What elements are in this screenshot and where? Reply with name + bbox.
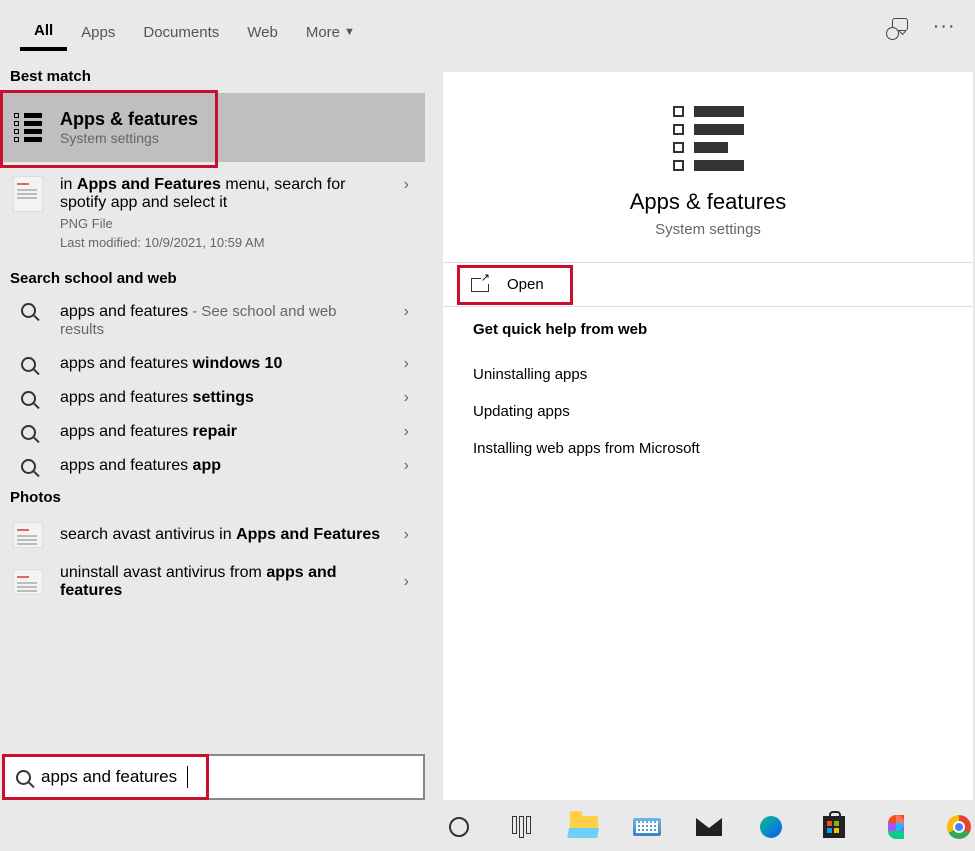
section-best-match: Best match: [0, 62, 425, 93]
mail-icon[interactable]: [693, 810, 725, 844]
web-suggestion-main[interactable]: apps and features - See school and web r…: [0, 295, 425, 347]
file-result-type: PNG File: [60, 216, 384, 231]
section-photos: Photos: [0, 483, 425, 514]
search-icon: [10, 303, 46, 318]
tab-web[interactable]: Web: [233, 14, 292, 49]
file-result-title: in Apps and Features menu, search for sp…: [60, 176, 384, 212]
preview-subtitle: System settings: [655, 221, 761, 238]
chevron-right-icon[interactable]: ›: [398, 303, 415, 321]
photo-result[interactable]: uninstall avast antivirus from apps and …: [0, 556, 425, 608]
settings-list-icon: [673, 106, 744, 171]
preview-pane: Apps & features System settings Open Get…: [443, 72, 973, 800]
chrome-icon[interactable]: [943, 810, 975, 844]
quick-help-link[interactable]: Uninstalling apps: [473, 356, 943, 393]
task-view-icon[interactable]: [505, 810, 537, 844]
cortana-icon[interactable]: [443, 810, 475, 844]
open-button[interactable]: Open: [443, 263, 973, 306]
more-options-icon[interactable]: ···: [934, 18, 957, 40]
chevron-right-icon[interactable]: ›: [398, 355, 415, 373]
tab-documents[interactable]: Documents: [129, 14, 233, 49]
web-suggestion[interactable]: apps and features settings ›: [0, 381, 425, 415]
best-match-subtitle: System settings: [60, 130, 415, 146]
chevron-right-icon[interactable]: ›: [398, 457, 415, 475]
on-screen-keyboard-icon[interactable]: [630, 810, 662, 844]
search-icon: [10, 391, 46, 406]
png-thumbnail-icon: [10, 569, 46, 595]
search-filter-tabs: All Apps Documents Web More ▼ ···: [0, 0, 975, 62]
section-school-web: Search school and web: [0, 264, 425, 295]
chevron-right-icon[interactable]: ›: [398, 176, 415, 194]
quick-help-heading: Get quick help from web: [473, 321, 943, 338]
search-box[interactable]: apps and features: [2, 754, 425, 800]
best-match-result[interactable]: Apps & features System settings: [0, 93, 425, 162]
file-explorer-icon[interactable]: [568, 810, 600, 844]
open-external-icon: [471, 278, 489, 292]
quick-help-link[interactable]: Updating apps: [473, 393, 943, 430]
file-result[interactable]: in Apps and Features menu, search for sp…: [0, 162, 425, 264]
search-icon: [10, 459, 46, 474]
results-pane: Best match Apps & features System settin…: [0, 62, 425, 802]
microsoft-store-icon[interactable]: [818, 810, 850, 844]
chevron-right-icon[interactable]: ›: [398, 389, 415, 407]
png-thumbnail-icon: [10, 522, 46, 548]
feedback-icon[interactable]: [886, 18, 908, 40]
open-label: Open: [507, 276, 544, 293]
file-result-modified: Last modified: 10/9/2021, 10:59 AM: [60, 235, 384, 250]
tab-more[interactable]: More ▼: [292, 14, 369, 49]
web-suggestion-query: apps and features: [60, 303, 188, 320]
best-match-title: Apps & features: [60, 109, 415, 130]
chevron-right-icon[interactable]: ›: [398, 423, 415, 441]
preview-title: Apps & features: [630, 189, 787, 215]
quick-help-link[interactable]: Installing web apps from Microsoft: [473, 430, 943, 467]
web-suggestion[interactable]: apps and features app ›: [0, 449, 425, 483]
tab-more-label: More: [306, 24, 340, 41]
search-icon: [10, 357, 46, 372]
chevron-right-icon[interactable]: ›: [398, 573, 415, 591]
png-thumbnail-icon: [10, 176, 46, 212]
chevron-down-icon: ▼: [344, 26, 355, 38]
search-icon: [10, 425, 46, 440]
tab-all[interactable]: All: [20, 12, 67, 51]
tab-apps[interactable]: Apps: [67, 14, 129, 49]
figma-icon[interactable]: [880, 810, 912, 844]
web-suggestion[interactable]: apps and features repair ›: [0, 415, 425, 449]
edge-icon[interactable]: [755, 810, 787, 844]
web-suggestion[interactable]: apps and features windows 10 ›: [0, 347, 425, 381]
taskbar: [425, 803, 975, 851]
chevron-right-icon[interactable]: ›: [398, 526, 415, 544]
settings-list-icon: [10, 113, 46, 142]
photo-result[interactable]: search avast antivirus in Apps and Featu…: [0, 514, 425, 556]
